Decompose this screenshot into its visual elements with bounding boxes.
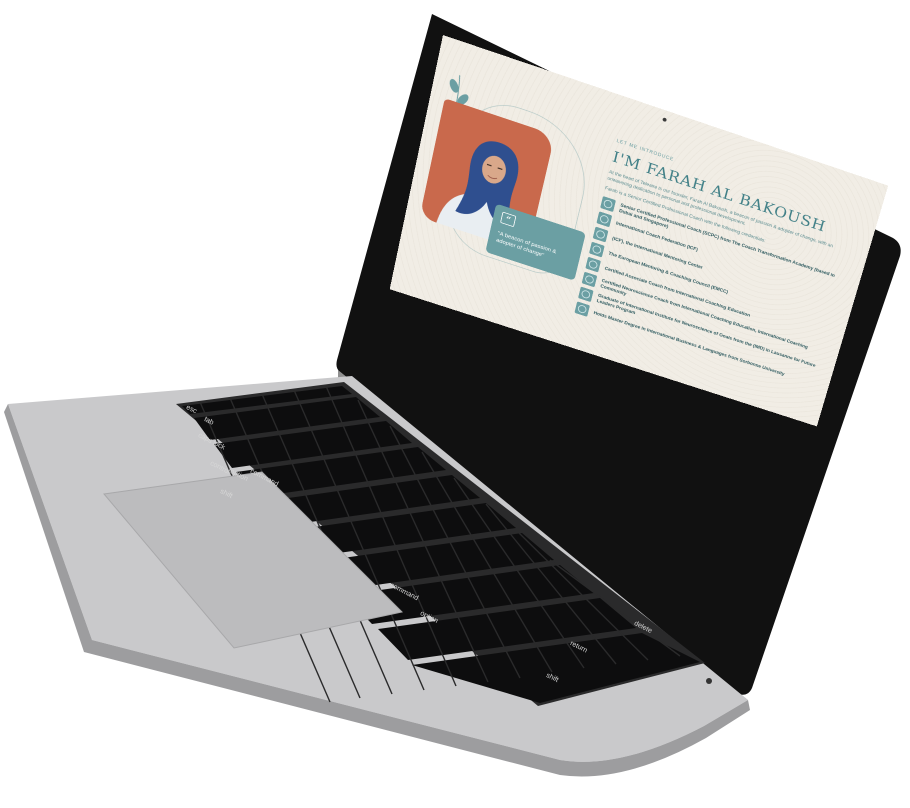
webcam (662, 117, 667, 123)
certificate-icon (589, 241, 605, 258)
certificate-icon (592, 226, 609, 243)
quote-mark-icon: “ (500, 211, 517, 228)
certificate-icon (581, 271, 598, 288)
headphone-port (706, 678, 712, 684)
certificate-icon (585, 256, 601, 273)
certificate-icon (574, 301, 590, 317)
certificate-icon (578, 286, 594, 303)
intro-section: LET ME INTRODUCE I'M FARAH AL BAKOUSH At… (574, 139, 859, 392)
certificate-icon (600, 196, 616, 213)
certificate-icon (596, 211, 613, 228)
